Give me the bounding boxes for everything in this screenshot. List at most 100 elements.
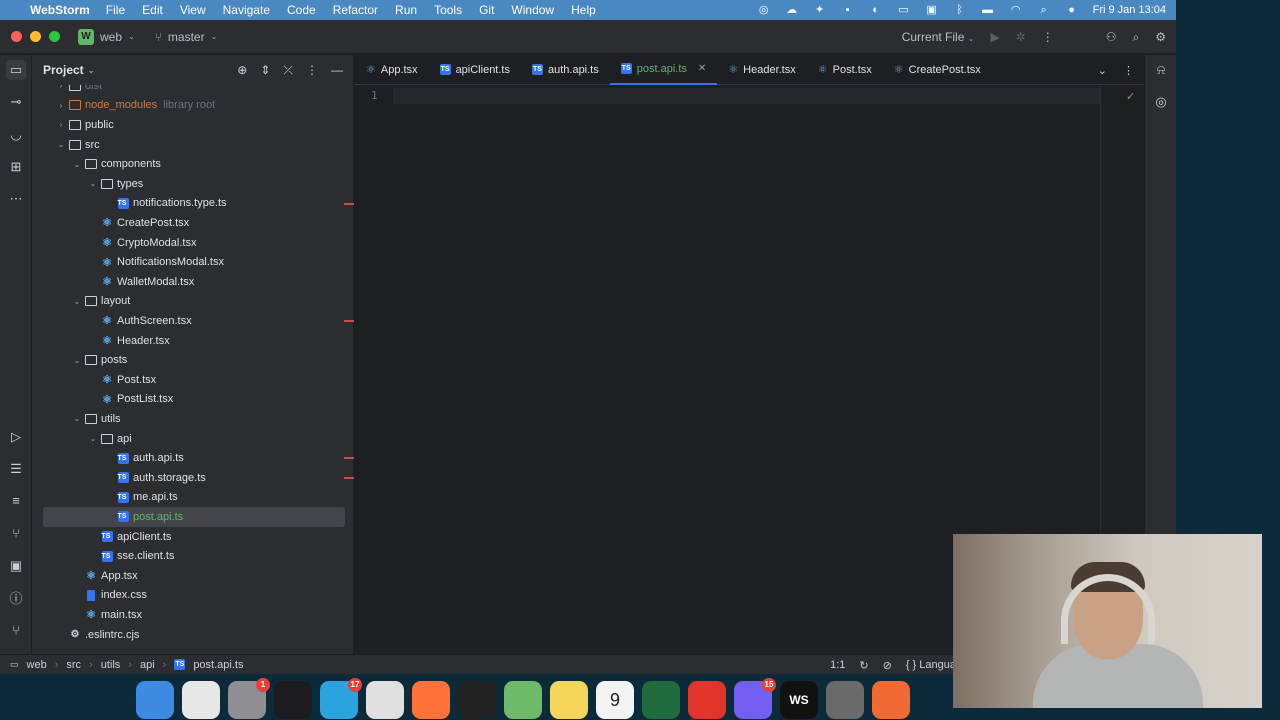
more-vertical-icon[interactable]: ⋮ xyxy=(306,63,318,77)
commit-icon[interactable]: ⊸ xyxy=(6,92,26,112)
chrome-dock-icon[interactable] xyxy=(366,681,404,719)
chevron-right-icon[interactable]: › xyxy=(54,120,68,129)
finder-dock-icon[interactable] xyxy=(136,681,174,719)
tree-item[interactable]: › node_modules library root xyxy=(32,96,354,116)
tree-item[interactable]: TS apiClient.ts xyxy=(32,527,354,547)
chevron-down-icon[interactable]: ⌄ xyxy=(54,140,68,149)
minimize-window-button[interactable] xyxy=(30,31,41,42)
terminal-icon[interactable]: ▣ xyxy=(6,556,26,576)
chevron-down-icon[interactable]: ⌄ xyxy=(70,414,84,423)
editor-tab[interactable]: TS auth.api.ts xyxy=(521,55,610,85)
npm-icon[interactable]: ≡ xyxy=(6,491,26,511)
close-tab-icon[interactable]: ✕ xyxy=(698,63,706,74)
menu-refactor[interactable]: Refactor xyxy=(333,3,378,17)
refresh-icon[interactable]: ↻ xyxy=(859,659,868,672)
git-icon[interactable]: ⑂ xyxy=(6,524,26,544)
tree-item[interactable]: ⚛ CryptoModal.tsx xyxy=(32,233,354,253)
tree-item[interactable]: ⚙ .eslintrc.cjs xyxy=(32,625,354,645)
tree-item[interactable]: ⚛ CreatePost.tsx xyxy=(32,213,354,233)
editor-tab[interactable]: ⚛ App.tsx xyxy=(355,55,429,85)
tree-item[interactable]: ⚛ App.tsx xyxy=(32,566,354,586)
editor-tab[interactable]: TS apiClient.ts xyxy=(429,55,521,85)
breadcrumb-item[interactable]: post.api.ts xyxy=(193,659,243,671)
hide-panel-icon[interactable]: — xyxy=(331,63,343,77)
vpn-icon[interactable]: ◐ xyxy=(869,4,883,16)
menu-window[interactable]: Window xyxy=(511,3,554,17)
notifications-bell-icon[interactable]: ⍾ xyxy=(1151,60,1171,80)
tree-item[interactable]: ⌄ components xyxy=(32,154,354,174)
tree-item[interactable]: ⌄ posts xyxy=(32,350,354,370)
language-services[interactable]: { } Langua xyxy=(906,659,956,671)
tree-item[interactable]: index.css xyxy=(32,586,354,606)
keyboard-icon[interactable]: ▭ xyxy=(897,4,911,16)
cursor-position[interactable]: 1:1 xyxy=(830,659,845,671)
notes-dock-icon[interactable] xyxy=(550,681,588,719)
tree-item[interactable]: ⚛ NotificationsModal.tsx xyxy=(32,252,354,272)
close-window-button[interactable] xyxy=(11,31,22,42)
tree-item[interactable]: TS me.api.ts xyxy=(32,488,354,508)
chevron-down-icon[interactable]: ⌄ xyxy=(86,434,100,443)
tree-item[interactable]: TS auth.api.ts xyxy=(32,448,354,468)
project-selector[interactable]: W web ⌄ xyxy=(78,28,135,45)
tree-item[interactable]: › public xyxy=(32,115,354,135)
chevron-down-icon[interactable]: ⌄ xyxy=(88,66,95,75)
chat-icon[interactable]: ▪ xyxy=(841,4,855,16)
menu-code[interactable]: Code xyxy=(287,3,316,17)
editor-tab[interactable]: TS post.api.ts ✕ xyxy=(609,55,718,85)
tree-item[interactable]: TS post.api.ts xyxy=(43,507,345,527)
viber-dock-icon[interactable]: 15 xyxy=(734,678,776,719)
more-tools-icon[interactable]: ⋯ xyxy=(6,189,26,209)
tree-item[interactable]: ⌄ types xyxy=(32,174,354,194)
tailscale-icon[interactable]: ◎ xyxy=(757,4,771,16)
error-stripe-mark[interactable] xyxy=(344,457,354,460)
menu-navigate[interactable]: Navigate xyxy=(223,3,270,17)
zoom-window-button[interactable] xyxy=(49,31,60,42)
chevron-right-icon[interactable]: › xyxy=(54,101,68,110)
tree-item[interactable]: TS auth.storage.ts xyxy=(32,468,354,488)
tree-item[interactable]: ⌄ src xyxy=(32,135,354,155)
atom-dock-icon[interactable] xyxy=(504,681,542,719)
tree-item[interactable]: ⌄ layout xyxy=(32,292,354,312)
wifi-icon[interactable]: ◠ xyxy=(1009,4,1023,16)
readdle-dock-icon[interactable] xyxy=(688,681,726,719)
add-user-icon[interactable]: ⚇ xyxy=(1106,30,1117,44)
tree-item[interactable]: TS notifications.type.ts xyxy=(32,194,354,214)
siri-icon[interactable]: ● xyxy=(1065,4,1079,16)
project-folder-icon[interactable]: ▭ xyxy=(6,60,26,80)
menu-view[interactable]: View xyxy=(180,3,206,17)
inspection-icon[interactable]: ⊘ xyxy=(883,659,892,672)
editor-tab[interactable]: ⚛ CreatePost.tsx xyxy=(883,55,992,85)
debug-icon[interactable]: ✲ xyxy=(1016,30,1026,44)
breadcrumb-item[interactable]: utils xyxy=(101,659,121,671)
project-tree[interactable]: › dist › node_modules library root › public ⌄ sr… xyxy=(32,85,354,655)
tree-item[interactable]: TS sse.client.ts xyxy=(32,546,354,566)
expand-all-icon[interactable]: ⇕ xyxy=(260,63,270,77)
chevron-right-icon[interactable]: › xyxy=(54,85,68,90)
us-layout-icon[interactable]: ▣ xyxy=(925,4,939,16)
chevron-down-icon[interactable]: ⌄ xyxy=(70,160,84,169)
clock[interactable]: Fri 9 Jan 13:04 xyxy=(1093,4,1166,16)
bluetooth-icon[interactable]: ᛒ xyxy=(953,4,967,16)
error-stripe-mark[interactable] xyxy=(344,477,354,479)
todo-icon[interactable]: ☰ xyxy=(6,459,26,479)
breadcrumb-item[interactable]: src xyxy=(66,659,81,671)
terminal-dock-icon[interactable] xyxy=(274,681,312,719)
breadcrumb-item[interactable]: web xyxy=(27,659,47,671)
ai-assistant-icon[interactable]: ◎ xyxy=(1151,92,1171,112)
launchpad-dock-icon[interactable] xyxy=(182,681,220,719)
menu-git[interactable]: Git xyxy=(479,3,494,17)
menu-help[interactable]: Help xyxy=(571,3,596,17)
error-stripe-mark[interactable] xyxy=(344,202,354,205)
services-icon[interactable]: ▷ xyxy=(6,427,26,447)
system-settings-dock-icon[interactable]: 1 xyxy=(228,678,270,719)
more-vertical-icon[interactable]: ⋮ xyxy=(1123,64,1134,77)
menu-run[interactable]: Run xyxy=(395,3,417,17)
tree-item[interactable]: ⚛ PostList.tsx xyxy=(32,390,354,410)
structure-icon[interactable]: ⊞ xyxy=(6,157,26,177)
search-icon[interactable]: ⌕ xyxy=(1037,4,1051,16)
tree-item[interactable]: ⚛ Post.tsx xyxy=(32,370,354,390)
battery-icon[interactable]: ▬ xyxy=(981,4,995,16)
error-stripe-mark[interactable] xyxy=(344,320,354,323)
menu-edit[interactable]: Edit xyxy=(142,3,163,17)
editor-tab[interactable]: ⚛ Header.tsx xyxy=(717,55,806,85)
